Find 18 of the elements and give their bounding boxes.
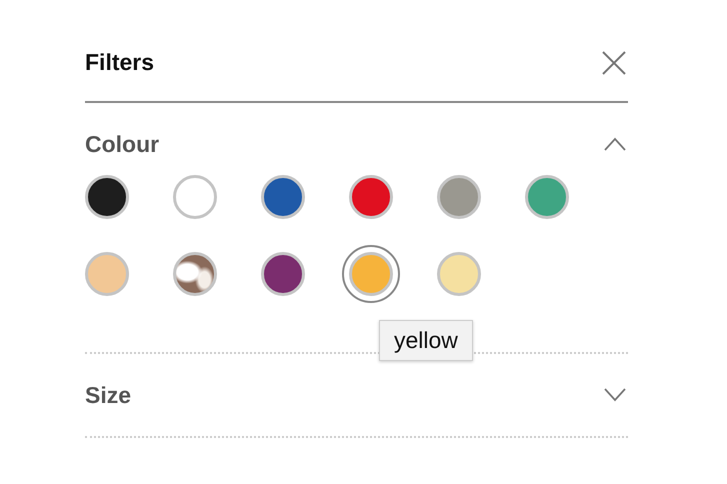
section-title: Colour [85,130,160,158]
colour-swatch[interactable] [261,175,305,219]
colour-swatch[interactable] [173,175,217,219]
colour-swatch[interactable] [85,252,129,296]
colour-swatch[interactable] [349,175,393,219]
colour-swatch[interactable] [437,175,481,219]
colour-swatch[interactable] [173,252,217,296]
close-icon[interactable] [601,50,627,76]
colour-swatch[interactable] [85,175,129,219]
panel-title: Filters [85,49,154,76]
chevron-icon[interactable] [604,388,626,402]
section-title: Size [85,382,132,408]
colour-swatch[interactable] [525,175,569,219]
colour-swatch[interactable] [261,252,305,296]
tooltip: yellow [379,320,473,361]
chevron-icon[interactable] [604,137,626,151]
selected-colour-swatch[interactable] [342,245,400,303]
colour-swatch[interactable] [437,252,481,296]
